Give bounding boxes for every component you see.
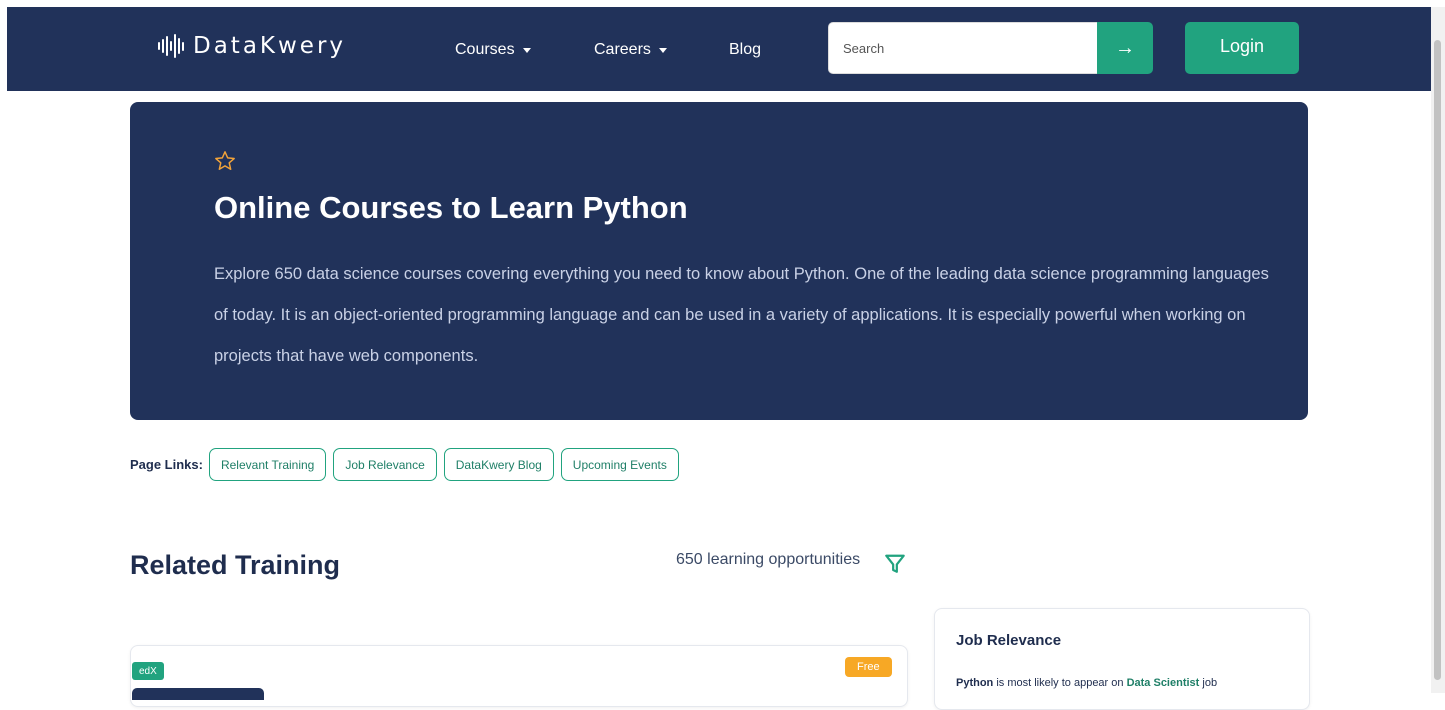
brand-name: DataKwery <box>193 33 347 59</box>
search-submit-button[interactable]: → <box>1097 22 1153 74</box>
price-badge: Free <box>845 657 892 677</box>
star-outline-icon[interactable] <box>214 150 236 172</box>
scrollbar-thumb[interactable] <box>1434 40 1441 680</box>
page-link-relevant-training[interactable]: Relevant Training <box>208 448 327 481</box>
caret-down-icon <box>522 47 531 53</box>
job-role-link[interactable]: Data Scientist <box>1127 677 1200 689</box>
filter-icon[interactable] <box>884 552 906 576</box>
job-relevance-panel <box>934 608 1310 710</box>
hero-description: Explore 650 data science courses coverin… <box>214 265 1269 365</box>
job-relevance-heading: Job Relevance <box>956 632 1062 649</box>
arrow-right-icon: → <box>1115 36 1135 59</box>
page-title: Online Courses to Learn Python <box>214 190 688 225</box>
page-link-upcoming-events[interactable]: Upcoming Events <box>560 448 679 481</box>
page-link-datakwery-blog[interactable]: DataKwery Blog <box>443 448 554 481</box>
search-field <box>828 22 1098 74</box>
opportunities-count: 650 learning opportunities <box>676 551 861 568</box>
skill-name: Python <box>956 677 994 689</box>
sound-wave-icon <box>158 33 184 59</box>
nav-careers-dropdown[interactable]: Careers <box>594 41 667 59</box>
nav-blog-link[interactable]: Blog <box>729 41 761 59</box>
search-input[interactable] <box>829 23 1093 73</box>
course-thumbnail <box>132 688 264 700</box>
provider-badge: edX <box>132 662 164 680</box>
caret-down-icon <box>658 47 667 53</box>
job-text-end: job <box>1199 677 1218 689</box>
login-button[interactable]: Login <box>1185 22 1299 74</box>
job-text-middle: is most likely to appear on <box>993 677 1127 689</box>
brand-logo[interactable]: DataKwery <box>158 33 346 59</box>
page-links-label: Page Links: <box>130 457 203 472</box>
nav-courses-label: Courses <box>455 41 515 58</box>
page-links-bar: Page Links: Relevant Training Job Releva… <box>130 447 686 482</box>
page-link-job-relevance[interactable]: Job Relevance <box>333 448 437 481</box>
nav-courses-dropdown[interactable]: Courses <box>455 41 531 59</box>
related-training-heading: Related Training <box>130 550 341 580</box>
nav-careers-label: Careers <box>594 41 651 58</box>
window-top-strip <box>0 0 1445 7</box>
job-relevance-text: Python is most likely to appear on Data … <box>956 677 1217 689</box>
nav-blog-label: Blog <box>729 41 762 58</box>
